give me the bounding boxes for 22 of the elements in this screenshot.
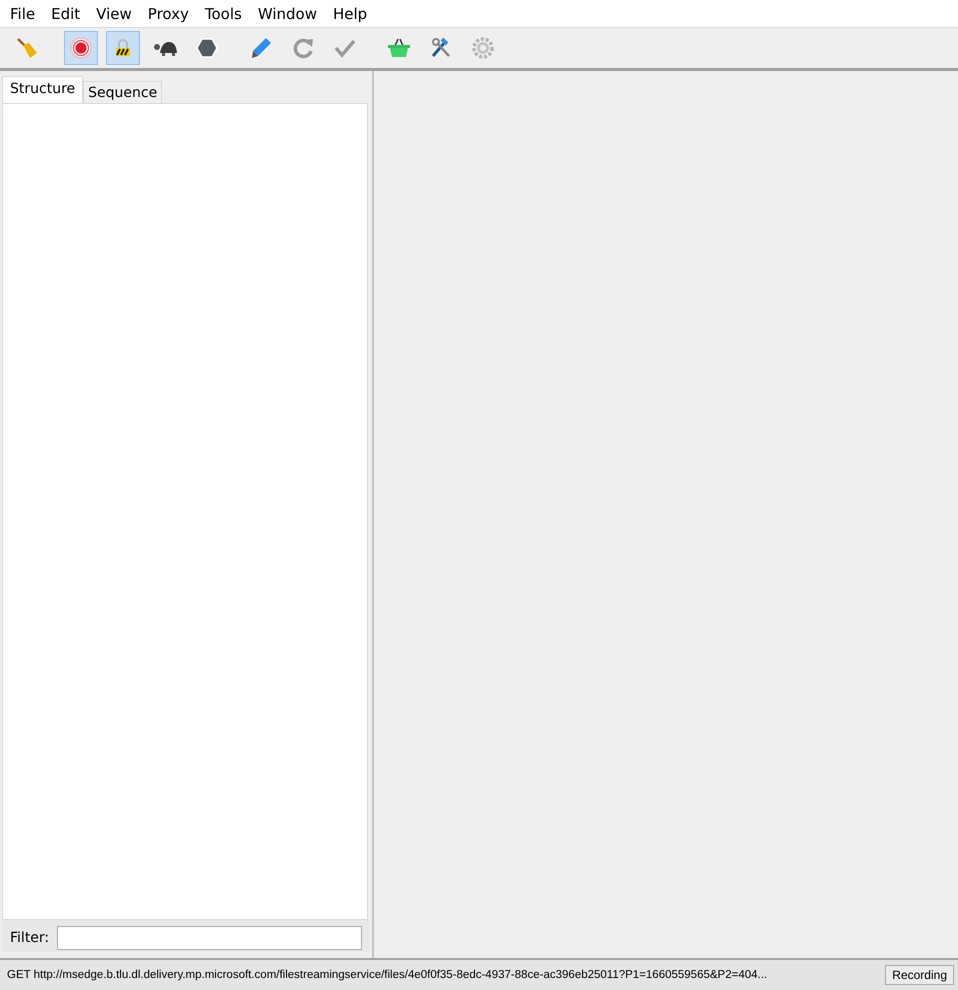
menu-item[interactable]: Tools bbox=[196, 4, 250, 22]
record-icon bbox=[69, 36, 93, 60]
menu-item[interactable]: Window bbox=[250, 4, 325, 22]
broom-icon bbox=[15, 36, 39, 60]
refresh-icon bbox=[291, 36, 315, 60]
menu-item[interactable]: Proxy bbox=[140, 4, 197, 22]
filter-field[interactable] bbox=[57, 926, 362, 950]
recording-button[interactable]: Recording bbox=[885, 965, 954, 985]
status-text: GET http://msedge.b.tlu.dl.delivery.mp.microsoft.com/filestreamingservice/files/4e0f0f35-8edc-4937-88ce-ac396eb25011?P1=1660559565&P2=404... bbox=[6, 969, 768, 981]
hexagon-icon bbox=[195, 36, 219, 60]
basket-icon bbox=[386, 36, 412, 60]
filter-label: Filter: bbox=[10, 930, 50, 946]
pen-icon bbox=[249, 36, 273, 60]
tab[interactable]: Structure bbox=[2, 76, 84, 103]
gear-icon bbox=[471, 36, 495, 60]
tab[interactable]: Sequence bbox=[83, 81, 162, 103]
menu-item[interactable]: Help bbox=[324, 4, 376, 22]
toolbar-button[interactable] bbox=[106, 31, 140, 65]
menu-item[interactable]: File bbox=[2, 4, 44, 22]
tools-icon bbox=[429, 36, 453, 60]
menu-item[interactable]: Edit bbox=[43, 4, 88, 22]
menu-item[interactable]: View bbox=[88, 4, 140, 22]
